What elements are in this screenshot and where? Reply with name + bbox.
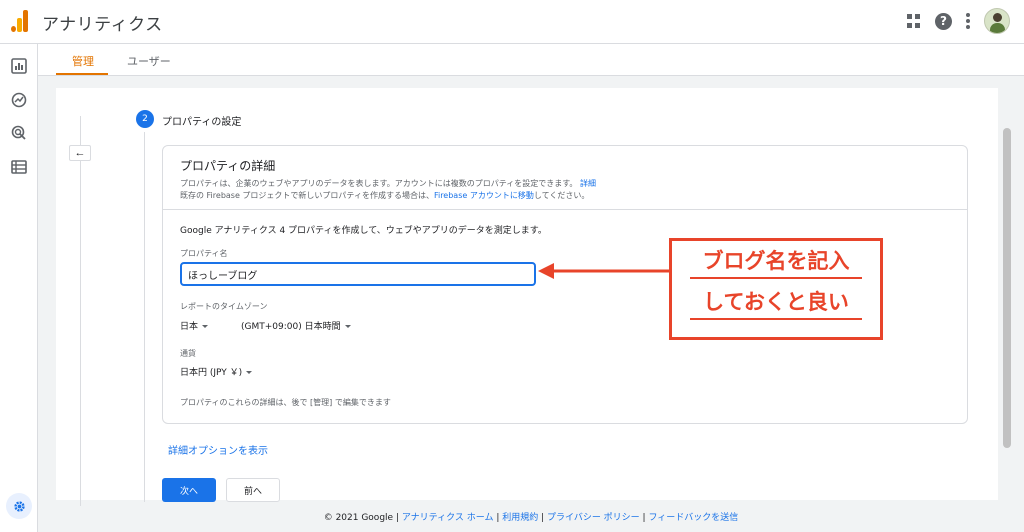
chevron-down-icon — [246, 371, 253, 374]
top-app-bar: アナリティクス ? — [0, 0, 1024, 44]
footer-link-home[interactable]: アナリティクス ホーム — [402, 513, 494, 523]
chevron-down-icon — [344, 325, 351, 328]
card-header: プロパティの詳細 プロパティは、企業のウェブやアプリのデータを表します。アカウン… — [163, 146, 967, 210]
callout-line-2: しておくと良い — [690, 287, 862, 320]
step-connector — [144, 132, 145, 502]
avatar[interactable] — [984, 8, 1010, 34]
analytics-logo-icon[interactable] — [11, 10, 29, 32]
timezone-select[interactable]: (GMT+09:00) 日本時間 — [241, 319, 351, 332]
settings-gear-icon[interactable] — [6, 493, 32, 519]
reports-icon[interactable] — [11, 58, 27, 74]
back-arrow-icon[interactable]: ← — [69, 145, 91, 161]
scrollbar-thumb[interactable] — [1003, 128, 1011, 448]
intro-text: Google アナリティクス 4 プロパティを作成して、ウェブやアプリのデータを… — [180, 226, 547, 236]
app-title: アナリティクス — [42, 15, 163, 35]
explore-icon[interactable] — [11, 92, 27, 108]
advertising-icon[interactable] — [11, 125, 27, 141]
currency-label: 通貨 — [180, 349, 196, 358]
property-name-label: プロパティ名 — [180, 249, 228, 258]
configure-icon[interactable] — [11, 159, 27, 175]
firebase-link[interactable]: Firebase アカウントに移動 — [434, 191, 534, 200]
desc-line1: プロパティは、企業のウェブやアプリのデータを表します。アカウントには複数のプロパ… — [180, 179, 578, 188]
footer-link-terms[interactable]: 利用規約 — [502, 513, 538, 523]
apps-grid-icon[interactable] — [907, 14, 921, 28]
card-title: プロパティの詳細 — [180, 159, 276, 173]
annotation-arrow-icon — [538, 263, 670, 279]
details-link[interactable]: 詳細 — [580, 179, 596, 188]
timezone-label: レポートのタイムゾーン — [180, 302, 268, 311]
copyright: © 2021 Google — [323, 513, 394, 523]
more-vert-icon[interactable] — [966, 13, 970, 29]
desc-line2-suffix: してください。 — [533, 191, 590, 200]
timezone-country-select[interactable]: 日本 — [180, 319, 209, 332]
top-icons: ? — [907, 8, 1010, 34]
back-rail — [80, 116, 81, 506]
step-number-badge: 2 — [136, 110, 154, 128]
chevron-down-icon — [202, 325, 209, 328]
tab-users[interactable]: ユーザー — [127, 53, 171, 69]
left-nav — [0, 44, 38, 532]
footer: © 2021 Google | アナリティクス ホーム | 利用規約 | プライ… — [323, 513, 739, 523]
step-title: プロパティの設定 — [162, 117, 242, 128]
property-name-input[interactable] — [180, 262, 536, 286]
admin-tabs: 管理 ユーザー — [38, 44, 1024, 76]
footer-link-privacy[interactable]: プライバシー ポリシー — [547, 513, 640, 523]
edit-later-note: プロパティのこれらの詳細は、後で [管理] で編集できます — [180, 398, 391, 407]
show-advanced-options-link[interactable]: 詳細オプションを表示 — [168, 442, 268, 457]
annotation-callout: ブログ名を記入 しておくと良い — [669, 238, 883, 340]
help-icon[interactable]: ? — [935, 12, 952, 30]
active-tab-indicator — [56, 73, 108, 75]
tab-admin[interactable]: 管理 — [72, 53, 94, 69]
previous-button[interactable]: 前へ — [226, 478, 280, 502]
card-description: プロパティは、企業のウェブやアプリのデータを表します。アカウントには複数のプロパ… — [180, 178, 950, 202]
next-button[interactable]: 次へ — [162, 478, 216, 502]
callout-line-1: ブログ名を記入 — [690, 246, 862, 279]
desc-line2-prefix: 既存の Firebase プロジェクトで新しいプロパティを作成する場合は、 — [180, 191, 434, 200]
currency-select[interactable]: 日本円 (JPY ￥) — [180, 365, 253, 378]
footer-link-feedback[interactable]: フィードバックを送信 — [648, 513, 738, 523]
